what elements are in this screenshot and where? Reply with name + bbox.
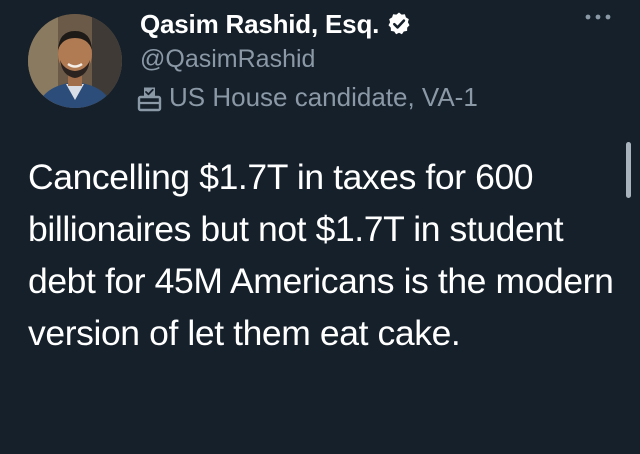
verified-badge-icon	[388, 12, 410, 35]
more-options-icon[interactable]	[580, 6, 616, 28]
scrollbar[interactable]	[626, 142, 631, 198]
avatar[interactable]	[28, 14, 122, 108]
author-display-name[interactable]: Qasim Rashid, Esq.	[140, 9, 379, 40]
ballot-box-icon	[137, 87, 162, 112]
author-handle[interactable]: @QasimRashid	[140, 45, 315, 74]
author-label-text: US House candidate, VA-1	[169, 82, 478, 112]
avatar-photo	[28, 14, 122, 108]
tweet-text: Cancelling $1.7T in taxes for 600 billio…	[28, 157, 614, 353]
tweet: Qasim Rashid, Esq. @QasimRashid US House…	[0, 0, 640, 454]
